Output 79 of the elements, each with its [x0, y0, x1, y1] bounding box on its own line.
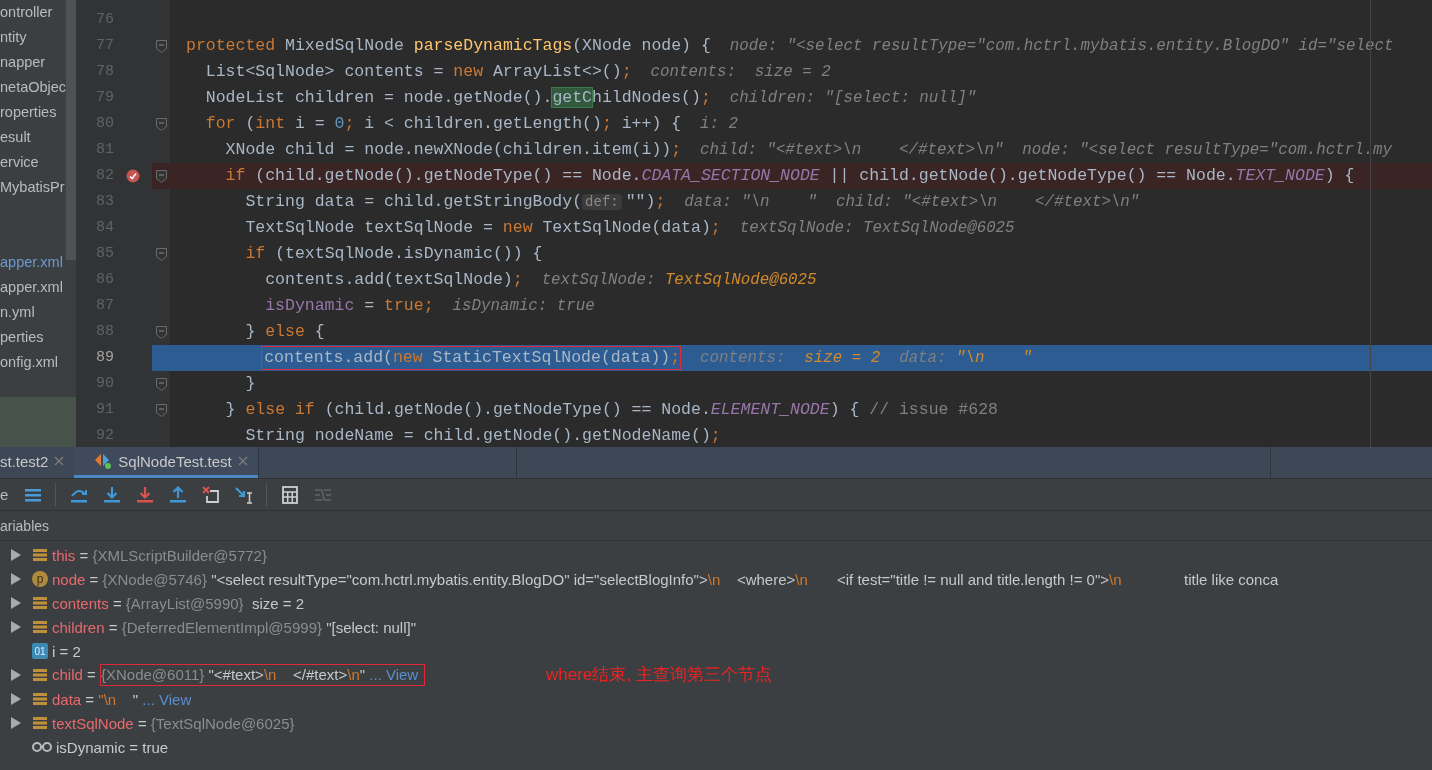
code-line: String data = child.getStringBody( def: ""); data: "\n " child: "<#text>\n </#text>\n" [244, 191, 1140, 213]
panel-label: e [0, 486, 9, 503]
field-icon [32, 668, 48, 682]
code-line: } else if (child.getNode().getNodeType() == Node.ELEMENT_NODE) { // issue #628 [224, 399, 998, 421]
section-title: ariables [0, 517, 50, 534]
project-tree-item[interactable]: ntity [0, 25, 27, 50]
variable-entry: isDynamic = true [56, 738, 169, 756]
project-tree-item[interactable]: ervice [0, 150, 39, 175]
field-icon [32, 692, 48, 706]
tab-label: st.test2 [0, 452, 49, 470]
expand-icon[interactable] [10, 621, 21, 633]
debug-tab[interactable]: st.test2 [0, 447, 75, 478]
breakpoint-icon[interactable] [126, 169, 140, 183]
code-line: contents.add(new StaticTextSqlNode(data)); contents: size = 2 data: "\n " [170, 346, 1032, 370]
variable-entry: data = "\n " ... View [52, 690, 192, 708]
fold-icon[interactable] [155, 403, 167, 417]
fold-icon[interactable] [155, 39, 167, 53]
fold-icon[interactable] [155, 325, 167, 339]
code-line: isDynamic = true; isDynamic: true [264, 295, 595, 317]
force-step-into-icon [134, 484, 155, 505]
line-number: 89 [95, 348, 114, 368]
project-tree-item[interactable]: ontroller [0, 0, 53, 25]
project-tree-item[interactable]: MybatisPr [0, 175, 65, 200]
code-line: List<SqlNode> contents = new ArrayList<>(); contents: size = 2 [204, 61, 831, 83]
variable-entry: children = {DeferredElementImpl@5999} "[select: null]" [52, 618, 416, 636]
project-tree-item[interactable]: roperties [0, 100, 57, 125]
expand-icon[interactable] [10, 717, 21, 729]
calculator-icon [279, 484, 300, 505]
close-icon[interactable] [54, 456, 65, 466]
code-line: contents.add(textSqlNode); textSqlNode: TextSqlNode@6025 [264, 269, 817, 291]
step-out-icon [167, 484, 188, 505]
project-tree-item[interactable]: netaObjec [0, 75, 67, 100]
glasses-icon [32, 741, 52, 753]
step-into-icon [101, 484, 122, 505]
fold-icon[interactable] [155, 247, 167, 261]
fold-icon[interactable] [155, 169, 167, 183]
expand-icon[interactable] [10, 597, 21, 609]
variable-entry: contents = {ArrayList@5990} size = 2 [52, 594, 305, 612]
variable-entry: textSqlNode = {TextSqlNode@6025} [52, 714, 295, 732]
expand-icon[interactable] [10, 669, 21, 681]
fold-icon[interactable] [155, 377, 167, 391]
project-tree-item[interactable]: napper [0, 50, 46, 75]
expand-icon[interactable] [10, 573, 21, 585]
fold-icon[interactable] [155, 117, 167, 131]
variable-entry: node = {XNode@5746} "<select resultType="com.hctrl.mybatis.entity.BlogDO" id="selectBlogInfo">\n <where>\n <if test="title != null and title.length != 0">\n title like conca [52, 570, 1279, 588]
code-line: } [244, 373, 256, 395]
code-line: if (textSqlNode.isDynamic()) { [244, 243, 543, 265]
variable-entry: this = {XMLScriptBuilder@5772} [52, 546, 267, 564]
project-tree-item[interactable]: apper.xml [0, 250, 63, 275]
parameter-icon: p [32, 571, 48, 587]
project-tree-item[interactable]: n.yml [0, 300, 35, 325]
code-line: } else { [244, 321, 325, 343]
project-tree-item[interactable]: apper.xml [0, 275, 63, 300]
expand-icon[interactable] [10, 549, 21, 561]
close-icon[interactable] [237, 456, 248, 466]
debug-tab[interactable]: SqlNodeTest.test [74, 447, 258, 478]
expand-icon[interactable] [10, 693, 21, 705]
code-line: TextSqlNode textSqlNode = new TextSqlNode(data); textSqlNode: TextSqlNode@6025 [244, 217, 1015, 239]
field-icon [32, 596, 48, 610]
field-icon [32, 716, 48, 730]
code-line: NodeList children = node.getNode().getChildNodes(); children: "[select: null]" [204, 87, 977, 109]
code-line: XNode child = node.newXNode(children.item(i)); child: "<#text>\n </#text>\n" node: "<select resultType="com.hctrl.my [224, 139, 1393, 161]
variable-entry: child = {XNode@6011} "<#text>\n </#text>\n" ... View [52, 664, 426, 686]
tab-label: SqlNodeTest.test [118, 452, 232, 470]
code-line: for (int i = 0; i < children.getLength(); i++) { i: 2 [204, 113, 739, 135]
project-tree-item[interactable]: onfig.xml [0, 350, 59, 375]
annotation-note: where结束, 主查询第三个节点 [546, 664, 772, 686]
run-to-cursor-icon [233, 484, 254, 505]
code-line: String nodeName = child.getNode().getNodeName(); [244, 425, 721, 447]
drop-frame-icon [200, 484, 221, 505]
field-icon [32, 548, 48, 562]
project-tree-item[interactable]: perties [0, 325, 44, 350]
field-icon [32, 620, 48, 634]
scrollbar[interactable] [66, 0, 76, 260]
project-tree-item[interactable]: esult [0, 125, 31, 150]
code-line: if (child.getNode().getNodeType() == Node.CDATA_SECTION_NODE || child.getNode().getNodeType() == Node.TEXT_NODE) { [224, 165, 1355, 187]
variable-entry: i = 2 [52, 642, 81, 660]
code-line: protected MixedSqlNode parseDynamicTags(XNode node) { node: "<select resultType="com.hctrl.mybatis.entity.BlogDO" id="select [185, 35, 1394, 57]
primitive-icon: 01 [32, 643, 48, 659]
